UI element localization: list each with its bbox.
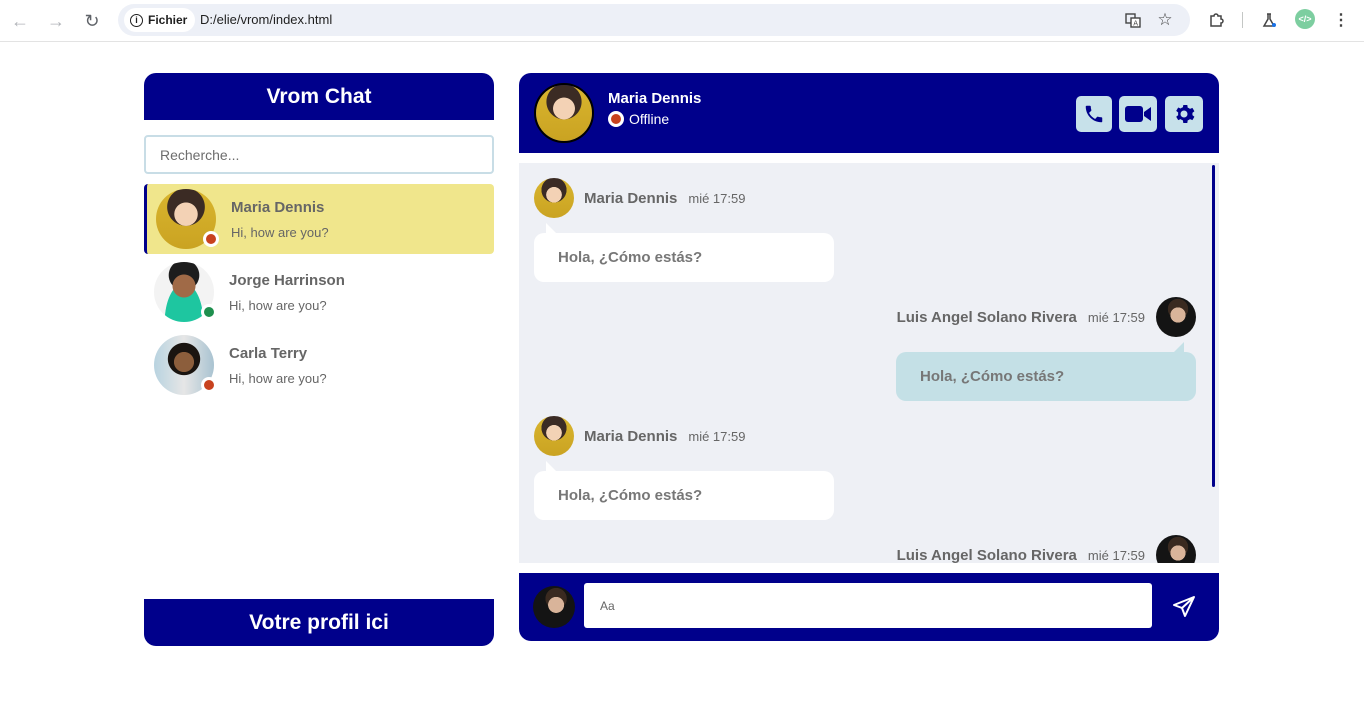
svg-text:A: A bbox=[1133, 20, 1138, 28]
code-extension-icon[interactable]: </> bbox=[1295, 9, 1315, 29]
chat-header-avatar bbox=[534, 83, 594, 143]
reload-icon[interactable]: ↻ bbox=[79, 8, 105, 34]
bookmark-star-icon[interactable]: ☆ bbox=[1155, 10, 1175, 30]
site-info-chip[interactable]: i Fichier bbox=[124, 8, 196, 32]
message-header: Maria Dennis mié 17:59 bbox=[534, 178, 745, 218]
browser-toolbar: ← → ↻ i Fichier D:/elie/vrom/index.html … bbox=[0, 0, 1364, 42]
phone-icon bbox=[1085, 105, 1103, 123]
url-text[interactable]: D:/elie/vrom/index.html bbox=[200, 12, 332, 27]
status-label: Offline bbox=[629, 111, 670, 127]
avatar bbox=[1156, 535, 1196, 563]
message-time: mié 17:59 bbox=[1087, 547, 1145, 563]
message-composer bbox=[519, 573, 1219, 641]
chat-contact-status: Offline bbox=[608, 111, 669, 127]
labs-flask-icon[interactable] bbox=[1258, 9, 1280, 31]
status-dot-icon bbox=[201, 377, 217, 393]
status-dot-icon bbox=[201, 304, 217, 320]
sender-name: Maria Dennis bbox=[584, 427, 678, 445]
avatar-image bbox=[533, 586, 575, 628]
contact-name: Maria Dennis bbox=[231, 198, 325, 216]
avatar bbox=[154, 262, 217, 322]
extensions-puzzle-icon[interactable] bbox=[1205, 9, 1227, 31]
gear-icon bbox=[1176, 105, 1195, 123]
contact-item-jorge-harrinson[interactable]: Jorge Harrinson Hi, how are you? bbox=[144, 257, 494, 327]
message-list[interactable]: Maria Dennis mié 17:59 Hola, ¿Cómo estás… bbox=[519, 163, 1219, 563]
avatar bbox=[534, 416, 574, 456]
chat-contact-name: Maria Dennis bbox=[608, 90, 702, 107]
back-arrow-icon[interactable]: ← bbox=[7, 8, 33, 34]
contact-name: Carla Terry bbox=[229, 344, 308, 362]
message-bubble: Hola, ¿Cómo estás? bbox=[534, 461, 834, 520]
settings-button[interactable] bbox=[1165, 96, 1203, 132]
message-time: mié 17:59 bbox=[688, 428, 746, 444]
contact-preview: Hi, how are you? bbox=[229, 297, 327, 313]
message-header: Luis Angel Solano Rivera mié 17:59 bbox=[897, 535, 1196, 563]
avatar bbox=[156, 189, 219, 249]
site-chip-label: Fichier bbox=[148, 13, 188, 27]
avatar bbox=[154, 335, 217, 395]
message-header: Luis Angel Solano Rivera mié 17:59 bbox=[897, 297, 1196, 337]
contact-item-carla-terry[interactable]: Carla Terry Hi, how are you? bbox=[144, 330, 494, 400]
message-bubble: Hola, ¿Cómo estás? bbox=[534, 223, 834, 282]
video-camera-icon bbox=[1125, 106, 1151, 122]
sender-name: Luis Angel Solano Rivera bbox=[896, 308, 1077, 326]
avatar-image bbox=[536, 85, 592, 141]
translate-icon[interactable]: A bbox=[1123, 10, 1143, 30]
status-dot-icon bbox=[203, 231, 219, 247]
avatar bbox=[1156, 297, 1196, 337]
toolbar-separator bbox=[1242, 12, 1243, 28]
kebab-menu-icon[interactable]: ⋮ bbox=[1330, 9, 1352, 31]
video-call-button[interactable] bbox=[1119, 96, 1157, 132]
info-icon: i bbox=[130, 13, 143, 27]
contact-preview: Hi, how are you? bbox=[229, 370, 327, 386]
message-time: mié 17:59 bbox=[1087, 309, 1145, 325]
forward-arrow-icon[interactable]: → bbox=[43, 8, 69, 34]
sidebar-title: Vrom Chat bbox=[144, 73, 494, 120]
call-button[interactable] bbox=[1076, 96, 1112, 132]
profile-footer[interactable]: Votre profil ici bbox=[144, 599, 494, 646]
send-button[interactable] bbox=[1170, 593, 1198, 621]
sender-name: Maria Dennis bbox=[584, 189, 678, 207]
message-header: Maria Dennis mié 17:59 bbox=[534, 416, 745, 456]
scrollbar[interactable] bbox=[1212, 165, 1215, 487]
message-bubble: Hola, ¿Cómo estás? bbox=[896, 342, 1196, 401]
avatar bbox=[534, 178, 574, 218]
contact-name: Jorge Harrinson bbox=[229, 271, 345, 289]
search-input[interactable] bbox=[144, 135, 494, 174]
contact-item-maria-dennis[interactable]: Maria Dennis Hi, how are you? bbox=[144, 184, 494, 254]
chat-header: Maria Dennis Offline bbox=[519, 73, 1219, 153]
message-time: mié 17:59 bbox=[688, 190, 746, 206]
sender-name: Luis Angel Solano Rivera bbox=[896, 546, 1077, 564]
message-input[interactable] bbox=[584, 583, 1152, 628]
status-dot-icon bbox=[608, 111, 624, 127]
address-bar[interactable]: i Fichier D:/elie/vrom/index.html A ☆ bbox=[118, 4, 1190, 36]
paper-plane-icon bbox=[1173, 596, 1195, 617]
contact-preview: Hi, how are you? bbox=[231, 224, 329, 240]
user-avatar bbox=[533, 586, 575, 628]
